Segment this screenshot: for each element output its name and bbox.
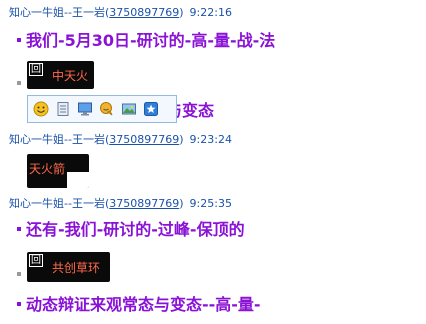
document-icon[interactable] [53, 99, 73, 119]
chat-icon[interactable] [97, 99, 117, 119]
bullet [17, 226, 21, 231]
star-bookmark-icon[interactable] [141, 99, 161, 119]
image-thumbnail[interactable]: 回 中天火 [27, 61, 94, 89]
message-time: 9:23:24 [189, 133, 232, 146]
thumb-text: 天火箭 [29, 162, 66, 176]
bullet-row [17, 265, 26, 284]
image-icon[interactable] [119, 99, 139, 119]
message-time: 9:25:35 [189, 197, 232, 210]
qq-link[interactable]: 3750897769 [109, 133, 179, 146]
message-text: 动态辩证来观常态与变态--高-量- [17, 295, 261, 315]
monitor-icon[interactable] [75, 99, 95, 119]
message-header-3: 知心一牛姐--王一岩(3750897769) 9:25:35 [9, 197, 232, 210]
message-text: 还有-我们-研讨的-过峰-保顶的 [17, 220, 245, 240]
qq-link[interactable]: 3750897769 [109, 197, 179, 210]
image-thumbnail[interactable]: 回 共创草环 [27, 252, 110, 282]
qq-link[interactable]: 3750897769 [109, 6, 179, 19]
smiley-icon[interactable] [31, 99, 51, 119]
bullet [17, 80, 21, 85]
bullet [17, 271, 21, 276]
bullet [17, 37, 21, 42]
message-header-2: 知心一牛姐--王一岩(3750897769) 9:23:24 [9, 133, 232, 146]
image-toolbar [27, 95, 177, 123]
thumb-tag: 回 [29, 254, 43, 267]
image-thumbnail[interactable]: 天火箭 [27, 154, 89, 188]
sender-name: 知心一牛姐--王一岩 [9, 197, 105, 210]
thumb-text: 中天火 [52, 69, 89, 83]
thumb-tag: 回 [29, 63, 43, 76]
bullet-row [17, 74, 26, 93]
message-line: 动态辩证来观常态与变态--高-量- [26, 295, 261, 314]
message-line: 我们-5月30日-研讨的-高-量-战-法 [26, 31, 276, 50]
message-text: 我们-5月30日-研讨的-高-量-战-法 [17, 31, 275, 51]
message-time: 9:22:16 [189, 6, 232, 19]
message-line: 还有-我们-研讨的-过峰-保顶的 [26, 220, 245, 239]
sender-name: 知心一牛姐--王一岩 [9, 6, 105, 19]
thumb-text: 共创草环 [52, 261, 101, 275]
message-header-1: 知心一牛姐--王一岩(3750897769) 9:22:16 [9, 6, 232, 19]
bullet [17, 301, 21, 306]
thumb-cutout [67, 172, 89, 188]
sender-name: 知心一牛姐--王一岩 [9, 133, 105, 146]
